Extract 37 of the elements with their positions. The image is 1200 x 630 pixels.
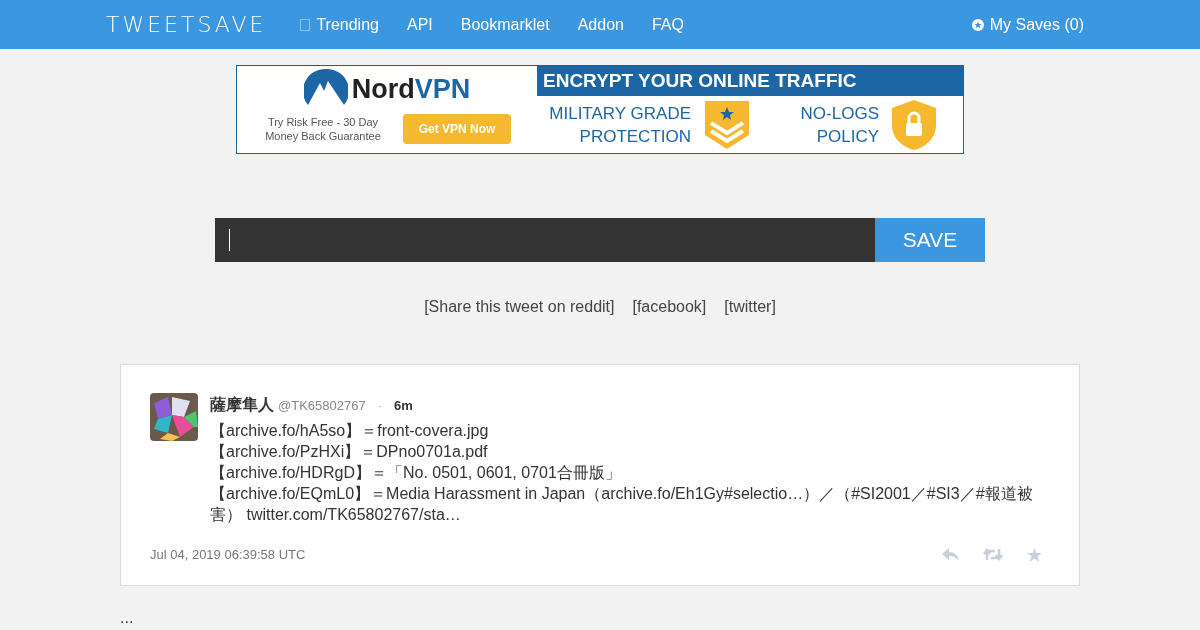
tweet-handle[interactable]: @TK65802767	[278, 396, 366, 416]
trending-icon	[300, 18, 311, 31]
ad-tagline: Try Risk Free - 30 Day Money Back Guarantee	[264, 114, 382, 143]
star-icon[interactable]	[1027, 547, 1042, 562]
share-link[interactable]: [twitter]	[724, 295, 776, 320]
my-saves-link[interactable]: My Saves (0)	[971, 12, 1084, 37]
nav-link[interactable]: API	[392, 12, 447, 37]
chevron-badge-icon	[703, 98, 751, 151]
url-input-field[interactable]	[215, 217, 875, 263]
tweet-text-line: 【archive.fo/PzHXi】＝DPno0701a.pdf	[210, 442, 489, 463]
tweet-text-line: 【archive.fo/HDRgD】＝「No. 0501, 0601, 0701合冊版」	[210, 463, 622, 484]
tweet-age: 6m	[394, 397, 413, 416]
logo[interactable]: TWEETSAVE	[106, 8, 267, 42]
ad-feature: NO-LOGS POLICY	[799, 102, 879, 148]
nav-link[interactable]: Trending	[286, 12, 393, 37]
share-link[interactable]: [facebook]	[632, 295, 707, 320]
ad-banner[interactable]: NordVPN Try Risk Free - 30 Day Money Back Guarantee Get VPN Now ENCRYPT YOUR ONLINE TRAFFIC MILITARY GRADE PROTECTION NO-LOGS POLICY	[236, 65, 964, 154]
retweet-icon[interactable]	[983, 548, 1003, 562]
separator-dot: ·	[377, 397, 382, 416]
star-icon	[971, 18, 984, 31]
tweet-text-line: 【archive.fo/hA5so】＝front-covera.jpg	[210, 421, 490, 442]
save-button[interactable]: SAVE	[875, 217, 985, 263]
tweet-timestamp: Jul 04, 2019 06:39:58 UTC	[150, 546, 306, 565]
ad-feature: MILITARY GRADE PROTECTION	[548, 102, 691, 148]
tweet-author-name[interactable]: 薩摩隼人	[210, 393, 274, 418]
avatar	[150, 393, 198, 442]
nav-link[interactable]: Addon	[563, 12, 638, 37]
share-link[interactable]: [Share this tweet on reddit]	[424, 295, 615, 320]
ellipsis-text: ...	[120, 609, 134, 626]
ad-cta-button[interactable]: Get VPN Now	[403, 113, 511, 144]
ad-brand: NordVPN	[351, 73, 471, 107]
nav-link[interactable]: FAQ	[637, 12, 698, 37]
tweet-text-line: 【archive.fo/EQmL0】＝Media Harassment in Japan（archive.fo/Eh1Gy#selectio…）／（#SI2001／#SI3／#報道被害） twitter.com/TK65802767/sta…	[210, 484, 1034, 526]
lock-shield-icon	[891, 98, 937, 151]
ad-headline: ENCRYPT YOUR ONLINE TRAFFIC	[537, 66, 963, 97]
nav-link[interactable]: Bookmarklet	[446, 12, 564, 37]
reply-icon[interactable]	[942, 548, 959, 562]
